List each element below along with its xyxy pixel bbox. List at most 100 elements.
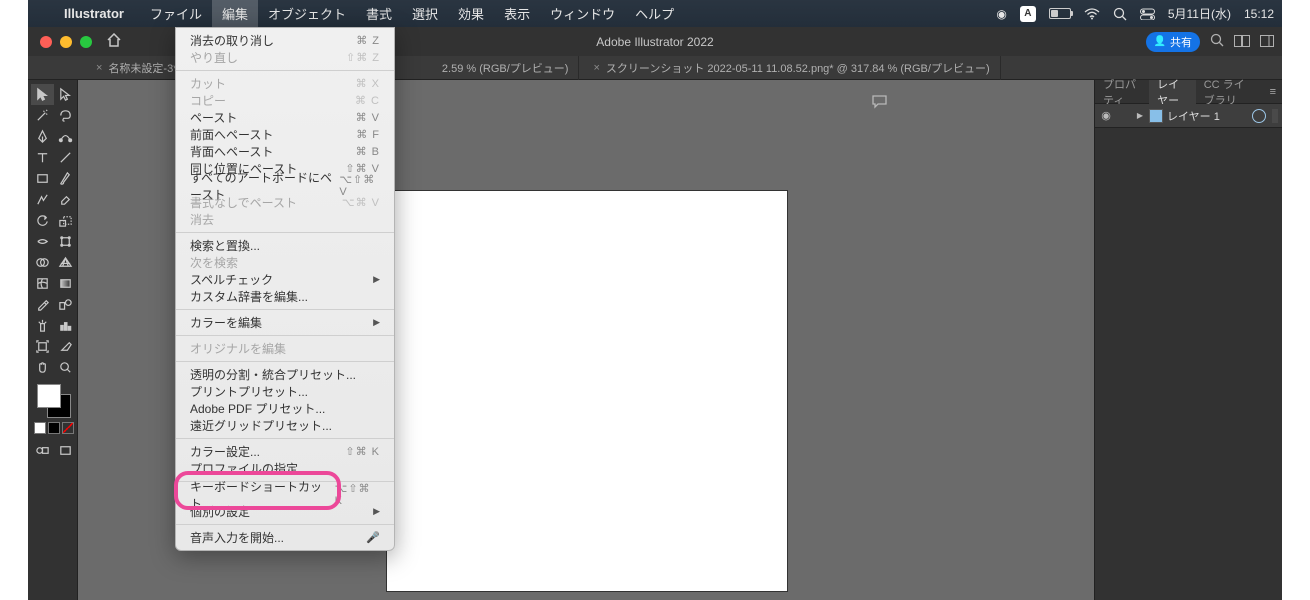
menubar-date[interactable]: 5月11日(水) [1168, 5, 1231, 22]
menu-item[interactable]: 音声入力を開始...🎤 [176, 529, 394, 546]
mesh-tool[interactable] [31, 273, 54, 294]
menu-item[interactable]: 背面へペースト⌘ B [176, 143, 394, 160]
tab-cclibraries[interactable]: CC ライブラリ [1196, 80, 1264, 104]
screen-mode-icon[interactable] [54, 440, 77, 461]
menu-item[interactable]: 検索と置換... [176, 237, 394, 254]
curvature-tool[interactable] [54, 126, 77, 147]
shape-builder-tool[interactable] [31, 252, 54, 273]
direct-selection-tool[interactable] [54, 84, 77, 105]
menu-file[interactable]: ファイル [140, 0, 212, 27]
zoom-tool[interactable] [54, 357, 77, 378]
menu-item[interactable]: キーボードショートカット...⌥⇧⌘ K [176, 486, 394, 503]
window-controls[interactable] [28, 36, 92, 48]
slice-tool[interactable] [54, 336, 77, 357]
magic-wand-tool[interactable] [31, 105, 54, 126]
artboard[interactable] [386, 190, 788, 592]
menu-type[interactable]: 書式 [356, 0, 402, 27]
toolbox [30, 80, 78, 600]
titlebar-search-icon[interactable] [1210, 33, 1224, 50]
gradient-tool[interactable] [54, 273, 77, 294]
tab-label-tail: 2.59 % (RGB/プレビュー) [442, 60, 569, 76]
expand-icon[interactable]: ▶ [1135, 111, 1145, 120]
panel-menu-icon[interactable]: ≡ [1264, 86, 1282, 98]
blend-tool[interactable] [54, 294, 77, 315]
arrange-docs-icon[interactable] [1234, 34, 1250, 50]
hand-tool[interactable] [31, 357, 54, 378]
menu-item[interactable]: プリントプリセット... [176, 383, 394, 400]
visibility-icon[interactable]: ◉ [1095, 109, 1117, 122]
share-button[interactable]: 共有 [1146, 32, 1200, 52]
menu-effect[interactable]: 効果 [448, 0, 494, 27]
type-tool[interactable] [31, 147, 54, 168]
layer-name[interactable]: レイヤー 1 [1167, 108, 1252, 124]
menu-item: コピー⌘ C [176, 92, 394, 109]
free-transform-tool[interactable] [54, 231, 77, 252]
selection-tool[interactable] [31, 84, 54, 105]
line-tool[interactable] [54, 147, 77, 168]
pen-tool[interactable] [31, 126, 54, 147]
rotate-tool[interactable] [31, 210, 54, 231]
symbol-sprayer-tool[interactable] [31, 315, 54, 336]
menu-select[interactable]: 選択 [402, 0, 448, 27]
menu-item[interactable]: カラー設定...⇧⌘ K [176, 443, 394, 460]
menu-item: やり直し⇧⌘ Z [176, 49, 394, 66]
draw-mode-icon[interactable] [31, 440, 54, 461]
menu-item[interactable]: ペースト⌘ V [176, 109, 394, 126]
eraser-tool[interactable] [54, 189, 77, 210]
menu-item: 書式なしでペースト⌥⌘ V [176, 194, 394, 211]
menu-object[interactable]: オブジェクト [258, 0, 356, 27]
menu-item[interactable]: カスタム辞書を編集... [176, 288, 394, 305]
width-tool[interactable] [31, 231, 54, 252]
doc-tab-3[interactable]: ×スクリーンショット 2022-05-11 11.08.52.png* @ 31… [583, 56, 1000, 80]
app-name[interactable]: Illustrator [64, 6, 124, 21]
tab-properties[interactable]: プロパティ [1095, 80, 1149, 104]
shaper-tool[interactable] [31, 189, 54, 210]
menu-item[interactable]: Adobe PDF プリセット... [176, 400, 394, 417]
column-graph-tool[interactable] [54, 315, 77, 336]
battery-icon[interactable] [1049, 8, 1071, 19]
menu-edit[interactable]: 編集 [212, 0, 258, 27]
home-icon[interactable] [106, 33, 122, 50]
menu-item[interactable]: プロファイルの指定... [176, 460, 394, 477]
perspective-tool[interactable] [54, 252, 77, 273]
menubar-time[interactable]: 15:12 [1244, 7, 1274, 21]
workspace-icon[interactable] [1260, 34, 1274, 50]
lasso-tool[interactable] [54, 105, 77, 126]
menu-item: 消去 [176, 211, 394, 228]
close-icon[interactable]: × [593, 62, 599, 74]
ime-indicator[interactable]: A [1020, 6, 1036, 22]
menu-item: 次を検索 [176, 254, 394, 271]
menu-item[interactable]: スペルチェック▶ [176, 271, 394, 288]
menu-item[interactable]: 透明の分割・統合プリセット... [176, 366, 394, 383]
macos-menubar: Illustrator ファイル 編集 オブジェクト 書式 選択 効果 表示 ウ… [28, 0, 1282, 27]
collapsed-panel-strip [864, 80, 894, 600]
menu-item[interactable]: 個別の設定▶ [176, 503, 394, 520]
control-center-icon[interactable] [1140, 8, 1155, 20]
scale-tool[interactable] [54, 210, 77, 231]
doc-tab-2-tail[interactable]: 2.59 % (RGB/プレビュー) [432, 56, 580, 80]
menu-item[interactable]: 消去の取り消し⌘ Z [176, 32, 394, 49]
menu-help[interactable]: ヘルプ [625, 0, 684, 27]
color-mode-swatches[interactable] [34, 422, 74, 434]
menu-item[interactable]: 遠近グリッドプリセット... [176, 417, 394, 434]
screenrec-icon[interactable]: ◉ [996, 7, 1006, 21]
layer-row[interactable]: ◉ ▶ レイヤー 1 [1095, 104, 1282, 128]
menu-view[interactable]: 表示 [494, 0, 540, 27]
paintbrush-tool[interactable] [54, 168, 77, 189]
close-icon[interactable]: × [96, 62, 102, 74]
fill-stroke-swatch[interactable] [37, 384, 71, 418]
tab-layers[interactable]: レイヤー [1149, 80, 1196, 104]
menu-item[interactable]: すべてのアートボードにペースト⌥⇧⌘ V [176, 177, 394, 194]
target-icon[interactable] [1252, 109, 1266, 123]
menu-window[interactable]: ウィンドウ [540, 0, 625, 27]
comments-panel-icon[interactable] [871, 94, 888, 113]
menu-item: カット⌘ X [176, 75, 394, 92]
rectangle-tool[interactable] [31, 168, 54, 189]
artboard-tool[interactable] [31, 336, 54, 357]
menu-item[interactable]: カラーを編集▶ [176, 314, 394, 331]
menu-item[interactable]: 前面へペースト⌘ F [176, 126, 394, 143]
search-icon[interactable] [1113, 7, 1127, 21]
layer-color-swatch [1149, 109, 1163, 123]
wifi-icon[interactable] [1084, 8, 1100, 20]
eyedropper-tool[interactable] [31, 294, 54, 315]
